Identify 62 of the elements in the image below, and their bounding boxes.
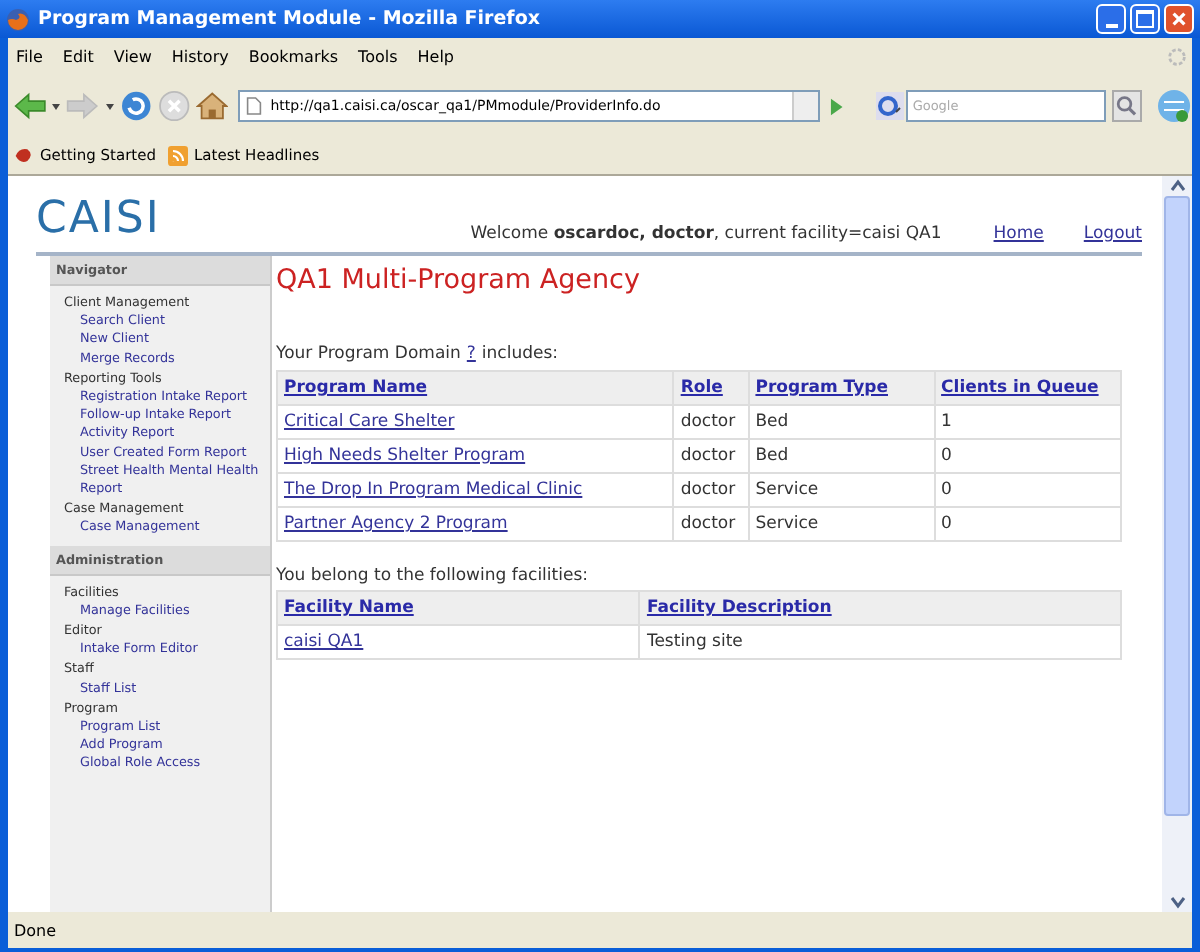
home-icon[interactable] xyxy=(196,90,229,122)
menu-item[interactable]: History xyxy=(171,48,229,66)
menu-item[interactable]: View xyxy=(113,48,152,66)
page-title: QA1 Multi-Program Agency xyxy=(276,264,642,296)
table-cell: doctor xyxy=(673,405,749,439)
feed-icon xyxy=(168,145,188,165)
help-link[interactable]: ? xyxy=(466,344,476,364)
column-header[interactable]: Role xyxy=(673,371,749,405)
column-header[interactable]: Program Type xyxy=(748,371,935,405)
caret-icon[interactable] xyxy=(52,103,61,109)
table-cell: 0 xyxy=(934,507,1121,541)
table-cell: doctor xyxy=(673,507,749,541)
program-link[interactable]: Partner Agency 2 Program xyxy=(277,507,674,541)
intro-text: includes: xyxy=(481,344,559,364)
caret-icon[interactable] xyxy=(105,103,113,109)
reload-icon[interactable] xyxy=(119,90,152,122)
column-header[interactable]: Facility Description xyxy=(639,591,1121,625)
table-cell: Service xyxy=(748,473,935,507)
table-cell: doctor xyxy=(673,439,749,473)
search-icon[interactable] xyxy=(1112,90,1142,122)
intro-text: You belong to the following facilities: xyxy=(276,566,591,586)
menu-item[interactable]: File xyxy=(16,48,43,66)
program-link[interactable]: The Drop In Program Medical Clinic xyxy=(277,473,674,507)
close-icon xyxy=(1170,10,1188,28)
menu-item[interactable]: Tools xyxy=(358,48,398,66)
menu-item[interactable]: Help xyxy=(417,48,455,66)
menu-item[interactable]: Edit xyxy=(62,48,94,66)
menu-item[interactable]: Bookmarks xyxy=(248,48,339,66)
back-arrow-icon[interactable] xyxy=(14,90,47,122)
firefox-logo-icon xyxy=(6,7,30,31)
throbber-icon xyxy=(1166,46,1188,68)
welcome-text: Welcome oscardoc, doctor, current facility=caisi QA1 xyxy=(468,224,944,244)
close-button[interactable] xyxy=(1164,4,1194,34)
logo: CAISI xyxy=(36,196,163,244)
program-link[interactable]: Critical Care Shelter xyxy=(277,405,674,439)
column-header[interactable]: Clients in Queue xyxy=(934,371,1121,405)
program-link[interactable]: High Needs Shelter Program xyxy=(277,439,674,473)
facility-link[interactable]: caisi QA1 xyxy=(277,625,640,659)
status-text: Done xyxy=(8,912,1192,948)
search-engine-icon[interactable] xyxy=(876,92,905,120)
header-link[interactable]: Logout xyxy=(1083,224,1142,244)
page-icon xyxy=(246,96,263,116)
table-cell: Testing site xyxy=(639,625,1121,659)
scroll-up-icon[interactable] xyxy=(1167,176,1187,196)
column-header[interactable]: Facility Name xyxy=(277,591,640,625)
scrollbar[interactable] xyxy=(1162,176,1192,912)
header-link[interactable]: Home xyxy=(993,224,1044,244)
column-header[interactable]: Program Name xyxy=(277,371,674,405)
intro-text: Your Program Domain xyxy=(276,344,461,364)
table-cell: 1 xyxy=(934,405,1121,439)
table-cell: Bed xyxy=(748,439,935,473)
bookmark-icon xyxy=(14,145,34,165)
minimize-button[interactable] xyxy=(1096,4,1126,34)
window-title: Program Management Module - Mozilla Firefox xyxy=(38,8,542,30)
scroll-down-icon[interactable] xyxy=(1167,892,1187,912)
maximize-button[interactable] xyxy=(1130,4,1160,34)
table-cell: Service xyxy=(748,507,935,541)
table-cell: 0 xyxy=(934,439,1121,473)
table-cell: 0 xyxy=(934,473,1121,507)
table-cell: doctor xyxy=(673,473,749,507)
table-cell: Bed xyxy=(748,405,935,439)
go-arrow-icon[interactable] xyxy=(826,95,847,117)
